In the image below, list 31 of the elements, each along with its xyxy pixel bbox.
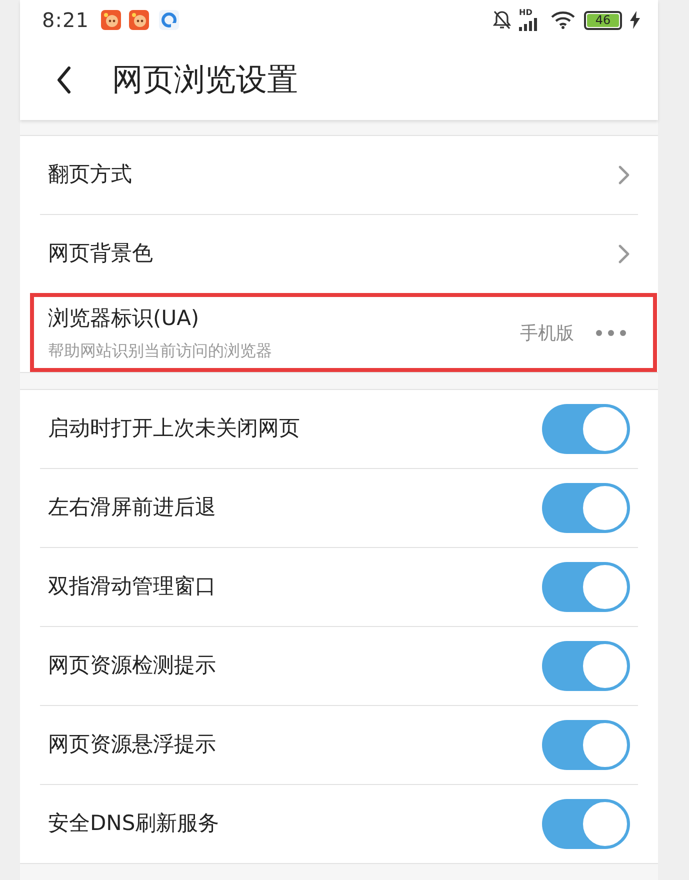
setting-title: 翻页方式 [48, 161, 133, 188]
bell-muted-icon [493, 10, 511, 30]
toggle-switch[interactable] [542, 483, 630, 533]
network-type-label: HD [519, 9, 532, 17]
chevron-right-icon[interactable] [618, 165, 630, 185]
setting-title: 浏览器标识(UA) [48, 305, 200, 332]
setting-title: 左右滑屏前进后退 [48, 494, 217, 522]
more-dots-icon[interactable] [596, 330, 626, 336]
setting-title: 双指滑动管理窗口 [48, 573, 217, 600]
setting-value: 手机版 [520, 322, 574, 346]
setting-title: 网页资源检测提示 [48, 652, 217, 680]
toggle-switch[interactable] [542, 562, 630, 612]
toggle-switch[interactable] [542, 404, 630, 454]
toggle-switch[interactable] [542, 641, 630, 691]
charging-bolt-icon [630, 11, 640, 29]
setting-title: 网页背景色 [48, 240, 154, 268]
chevron-right-icon[interactable] [618, 244, 630, 264]
cartoon-app-icon [100, 10, 121, 30]
setting-title: 启动时打开上次未关闭网页 [48, 415, 301, 442]
cartoon-app-icon [128, 10, 149, 30]
wifi-icon [551, 11, 575, 29]
toggle-switch[interactable] [542, 799, 630, 849]
page-title: 网页浏览设置 [112, 60, 298, 100]
setting-description: 帮助网站识别当前访问的浏览器 [48, 340, 273, 362]
back-icon[interactable] [56, 66, 72, 94]
status-time: 8:21 [42, 7, 89, 34]
setting-title: 安全DNS刷新服务 [48, 810, 220, 838]
setting-title: 网页资源悬浮提示 [48, 731, 217, 758]
battery-level-text: 46 [595, 14, 611, 26]
toggle-switch[interactable] [542, 720, 630, 770]
ring-app-icon [158, 10, 179, 30]
